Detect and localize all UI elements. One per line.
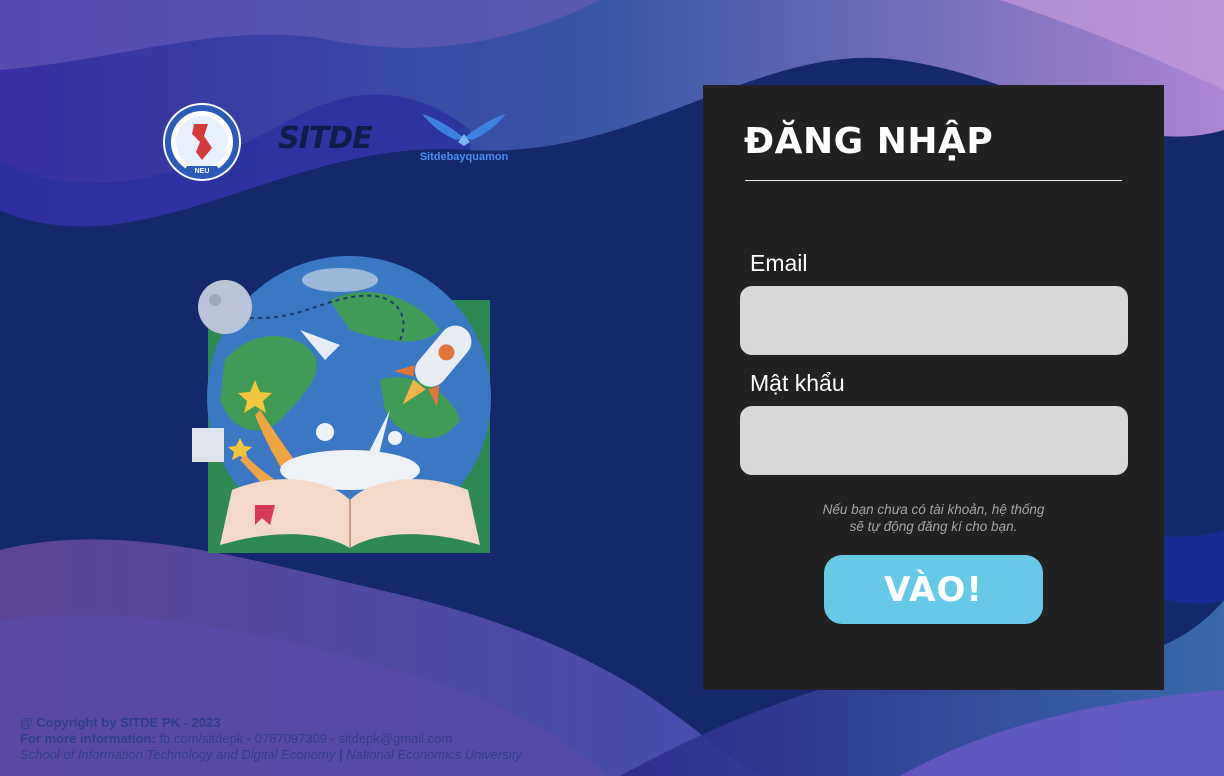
- svg-text:NEU: NEU: [195, 168, 210, 175]
- copyright-text: @ Copyright by SITDE PK - 2023: [20, 715, 221, 730]
- university-name: National Economics University: [346, 747, 522, 762]
- svg-text:SITDE: SITDE: [278, 121, 373, 156]
- school-name: School of Information Technology and Dig…: [20, 747, 336, 762]
- note-line-2: sẽ tự động đăng kí cho bạn.: [849, 519, 1018, 534]
- note-line-1: Nếu bạn chưa có tài khoản, hệ thống: [822, 502, 1045, 517]
- sitde-logo: SITDE: [276, 118, 376, 158]
- password-label: Mật khẩu: [750, 370, 845, 396]
- submit-button[interactable]: VÀO!: [824, 555, 1043, 624]
- sitdebayquamon-logo: Sitdebayquamon: [412, 108, 516, 164]
- title-divider: [745, 180, 1122, 181]
- email-field[interactable]: [740, 286, 1128, 355]
- login-title: ĐĂNG NHẬP: [744, 121, 994, 162]
- login-panel: ĐĂNG NHẬP Email Mật khẩu Nếu bạn chưa có…: [703, 85, 1164, 690]
- auto-register-note: Nếu bạn chưa có tài khoản, hệ thống sẽ t…: [703, 501, 1164, 535]
- svg-text:Sitdebayquamon: Sitdebayquamon: [420, 151, 509, 163]
- info-label: For more information:: [20, 731, 156, 746]
- globe-book-illustration: [192, 256, 491, 553]
- footer-separator: |: [335, 747, 347, 762]
- info-value: fb.com/sitdepk - 0787097309 - sitdepk@gm…: [155, 731, 453, 746]
- email-label: Email: [750, 250, 808, 276]
- neu-logo: NEU: [162, 102, 242, 182]
- footer: @ Copyright by SITDE PK - 2023 For more …: [20, 715, 522, 763]
- password-field[interactable]: [740, 406, 1128, 475]
